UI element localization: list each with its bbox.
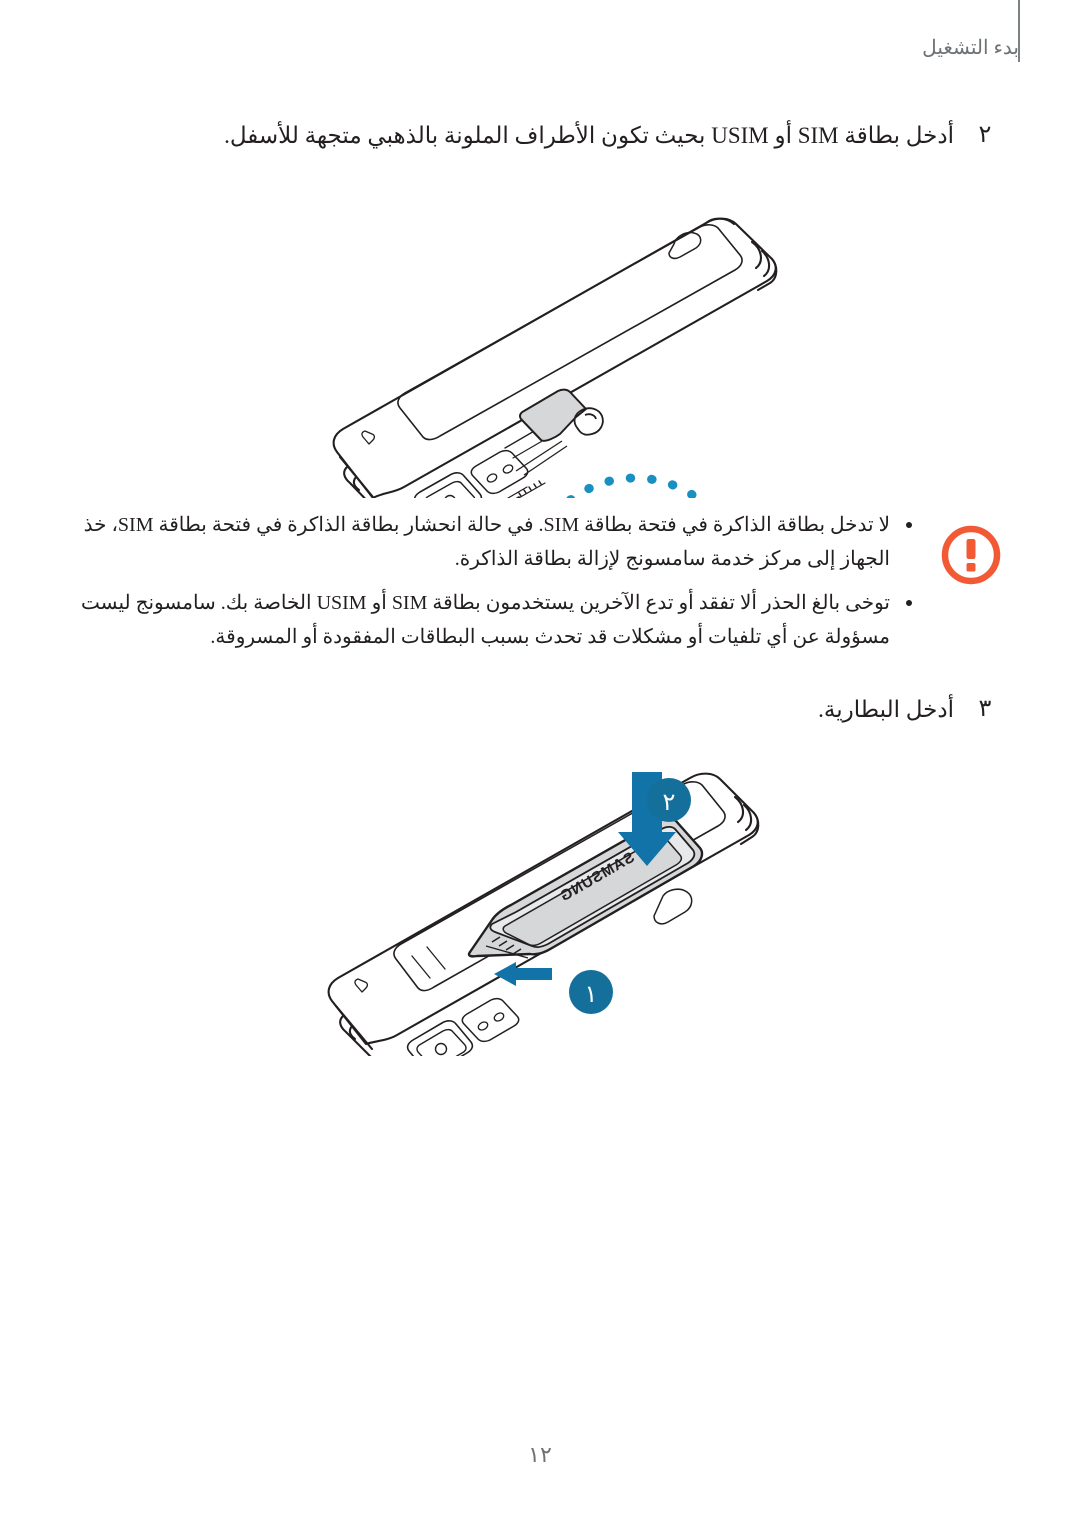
svg-text:٢: ٢ [663,790,676,816]
battery-insertion-illustration: SAMSUNG ١ ٢ [0,756,1080,1056]
step-3-text: أدخل البطارية. [818,697,954,722]
bullet-dot [906,522,912,528]
step-badge-2: ٢ [647,778,691,822]
detail-magnifier-circle [565,473,705,498]
sim-card-insertion-illustration [0,186,1080,498]
battery-slide-arrow [494,962,552,986]
step-3-number: ٣ [978,696,992,722]
page-header: بدء التشغيل [0,0,1080,74]
caution-box: لا تدخل بطاقة الذاكرة في فتحة بطاقة SIM.… [78,508,1002,664]
header-chapter-title: بدء التشغيل [922,37,1019,59]
step-badge-1: ١ [569,970,613,1014]
svg-text:١: ١ [585,982,598,1008]
step-2-block: ٢ أدخل بطاقة SIM أو USIM بحيث تكون الأطر… [78,118,1002,154]
caution-list: لا تدخل بطاقة الذاكرة في فتحة بطاقة SIM.… [78,508,916,654]
bullet-dot [906,600,912,606]
caution-item-text: لا تدخل بطاقة الذاكرة في فتحة بطاقة SIM.… [83,514,890,570]
caution-item: توخى بالغ الحذر ألا تفقد أو تدع الآخرين … [78,586,916,654]
step-2-text: أدخل بطاقة SIM أو USIM بحيث تكون الأطراف… [224,123,954,148]
page-number: ١٢ [528,1442,552,1467]
warning-exclamation-icon [940,524,1002,586]
step-3-block: ٣ أدخل البطارية. [78,692,1002,728]
caution-item-text: توخى بالغ الحذر ألا تفقد أو تدع الآخرين … [80,592,890,648]
caution-item: لا تدخل بطاقة الذاكرة في فتحة بطاقة SIM.… [78,508,916,576]
step-2-number: ٢ [978,122,992,148]
